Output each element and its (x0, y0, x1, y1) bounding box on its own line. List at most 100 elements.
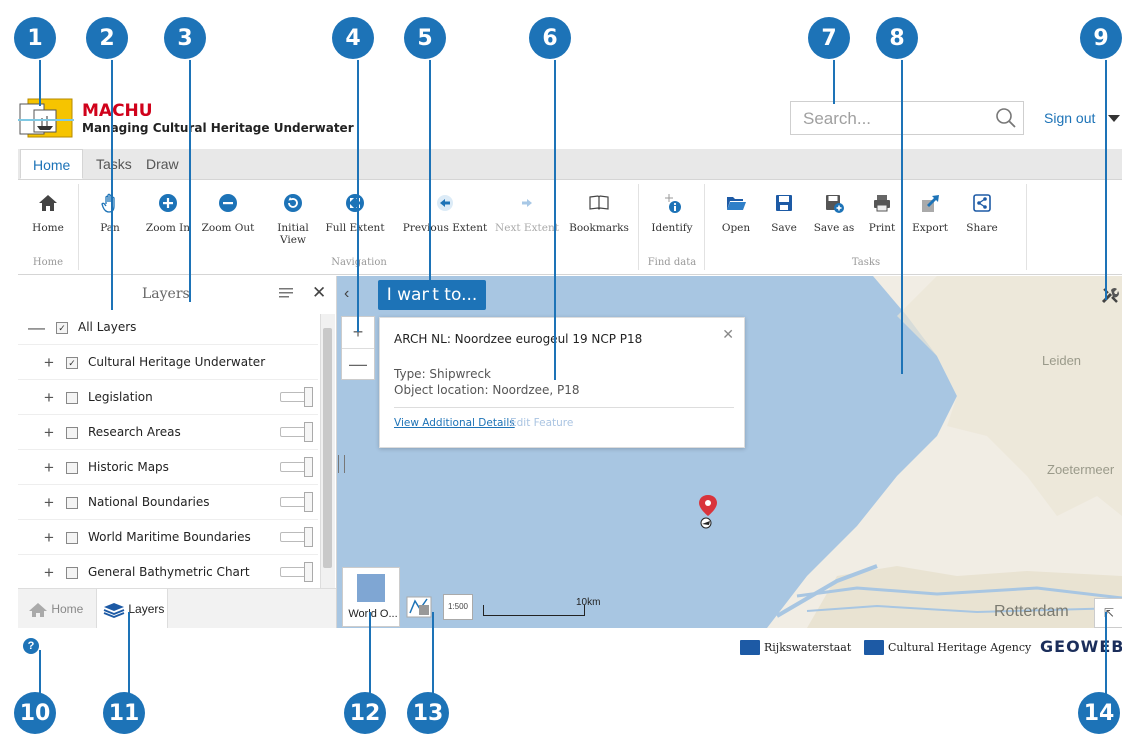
layer-row-all-layers: — ✓ All Layers (18, 310, 318, 345)
layer-checkbox[interactable] (66, 497, 78, 509)
expand-icon[interactable]: + (44, 458, 54, 478)
slider-thumb[interactable] (304, 422, 313, 442)
printer-icon (874, 195, 890, 212)
search-box[interactable] (790, 101, 1024, 135)
basemap-switcher-button[interactable]: World O... (342, 567, 400, 627)
tab-draw[interactable]: Draw (134, 149, 191, 179)
city-label-zoetermeer: Zoetermeer (1047, 462, 1115, 477)
full-extent-label: Full Extent (325, 222, 385, 234)
slider-thumb[interactable] (304, 527, 313, 547)
slider-thumb[interactable] (304, 562, 313, 582)
tab-home[interactable]: Home (20, 149, 84, 179)
help-icon[interactable]: ? (23, 638, 39, 654)
callout-marker: 12 (344, 692, 386, 734)
layers-panel: Layers ✕ — ✓ All Layers + ✓ Cultural Her… (18, 276, 337, 628)
scrollbar-thumb[interactable] (323, 328, 332, 568)
menu-icon[interactable] (278, 286, 294, 305)
pan-button[interactable]: Pan (80, 192, 140, 234)
panel-tab-layers-label: Layers (128, 602, 165, 616)
expand-icon[interactable]: + (44, 388, 54, 408)
search-icon[interactable] (995, 107, 1017, 134)
callout-marker: 9 (1080, 17, 1122, 59)
ribbon-group-tasks: Open Save Save as Print Export Share Tas… (706, 184, 1027, 270)
layer-label: National Boundaries (88, 495, 210, 509)
zoom-out-label: Zoom Out (201, 222, 255, 234)
layer-checkbox[interactable] (66, 532, 78, 544)
opacity-slider[interactable] (280, 562, 313, 582)
home-button-label: Home (32, 222, 64, 234)
layers-panel-title: Layers (142, 286, 190, 302)
edit-feature-link[interactable]: Edit Feature (510, 417, 573, 429)
expand-icon[interactable]: + (44, 493, 54, 513)
hand-icon (101, 193, 115, 213)
next-extent-button[interactable]: Next Extent (492, 192, 562, 234)
panel-tab-home[interactable]: Home (28, 589, 83, 629)
collapse-panel-icon[interactable]: ‹ (344, 285, 349, 303)
callout-marker: 4 (332, 17, 374, 59)
measure-icon[interactable] (405, 593, 433, 619)
layer-checkbox[interactable] (66, 567, 78, 579)
expand-map-icon[interactable]: ⇱ (1094, 598, 1122, 628)
home-button[interactable]: Home (18, 192, 78, 234)
search-input[interactable] (801, 108, 985, 130)
panel-splitter-handle[interactable] (338, 455, 345, 473)
full-extent-button[interactable]: Full Extent (325, 192, 385, 234)
layer-checkbox[interactable]: ✓ (66, 357, 78, 369)
tools-icon[interactable] (1100, 286, 1120, 309)
layer-checkbox[interactable] (66, 462, 78, 474)
sign-out-link[interactable]: Sign out (1044, 110, 1095, 126)
identify-button[interactable]: Identify (642, 192, 702, 234)
zoom-out-button[interactable]: Zoom Out (198, 192, 258, 234)
callout-connector (1105, 60, 1107, 300)
pan-button-label: Pan (100, 222, 120, 234)
city-label-leiden: Leiden (1042, 353, 1082, 368)
layer-row: + Research Areas (18, 415, 318, 450)
opacity-slider[interactable] (280, 527, 313, 547)
opacity-slider[interactable] (280, 457, 313, 477)
refresh-icon (284, 194, 302, 212)
i-want-to-button[interactable]: I want to... (378, 280, 486, 310)
map-pin-icon[interactable] (697, 494, 719, 535)
close-icon[interactable]: ✕ (722, 326, 734, 343)
expand-icon[interactable]: + (44, 528, 54, 548)
app-subtitle: Managing Cultural Heritage Underwater (82, 121, 354, 135)
slider-thumb[interactable] (304, 457, 313, 477)
layers-icon (103, 602, 125, 618)
callout-marker: 3 (164, 17, 206, 59)
bookmarks-button[interactable]: Bookmarks (566, 192, 632, 234)
expand-icon[interactable]: + (44, 563, 54, 583)
callout-connector (901, 60, 903, 374)
slider-thumb[interactable] (304, 387, 313, 407)
initial-view-button[interactable]: Initial View (263, 192, 323, 246)
callout-connector (357, 60, 359, 332)
expand-icon[interactable]: + (44, 353, 54, 373)
layer-checkbox[interactable]: ✓ (56, 322, 68, 334)
opacity-slider[interactable] (280, 492, 313, 512)
layer-checkbox[interactable] (66, 427, 78, 439)
view-details-link[interactable]: View Additional Details (394, 417, 515, 429)
export-button[interactable]: Export (900, 192, 960, 234)
collapse-icon[interactable]: — (28, 318, 45, 338)
panel-tab-layers[interactable]: Layers (96, 589, 168, 629)
popup-location: Object location: Noordzee, P18 (394, 383, 580, 397)
scale-input-button[interactable]: 1:500 (443, 594, 473, 620)
map-zoom-out-button[interactable]: — (342, 349, 374, 380)
layer-row: + General Bathymetric Chart (18, 555, 318, 589)
layers-scrollbar[interactable] (320, 314, 335, 622)
layer-checkbox[interactable] (66, 392, 78, 404)
opacity-slider[interactable] (280, 387, 313, 407)
full-extent-icon (346, 194, 364, 212)
share-label: Share (966, 222, 998, 234)
chevron-down-icon[interactable] (1108, 115, 1120, 122)
expand-icon[interactable]: + (44, 423, 54, 443)
scale-bar-label: 10km (576, 597, 601, 608)
slider-thumb[interactable] (304, 492, 313, 512)
export-label: Export (912, 222, 948, 234)
opacity-slider[interactable] (280, 422, 313, 442)
share-icon (973, 194, 991, 212)
share-button[interactable]: Share (952, 192, 1012, 234)
callout-connector (432, 612, 434, 696)
previous-extent-button[interactable]: Previous Extent (402, 192, 488, 234)
close-icon[interactable]: ✕ (312, 283, 326, 303)
callout-connector (833, 60, 835, 104)
